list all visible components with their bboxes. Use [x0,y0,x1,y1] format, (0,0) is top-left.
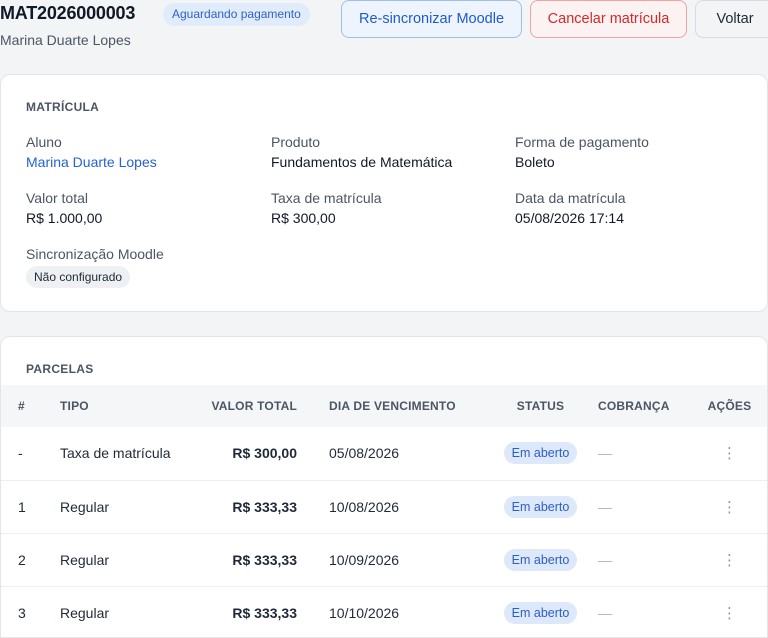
field-total: Valor total R$ 1.000,00 [26,189,102,227]
status-badge: Em aberto [503,495,578,518]
more-actions-icon[interactable]: ⋮ [720,604,740,622]
column-header: # [18,399,25,413]
page-header: MAT2026000003 Aguardando pagamento Marin… [0,0,768,74]
installment-due-date: 10/08/2026 [329,479,483,533]
column-header: DIA DE VENCIMENTO [329,399,456,413]
status-badge: Em aberto [503,442,578,465]
status-badge: Em aberto [503,601,578,624]
installment-type: Taxa de matrícula [60,445,171,462]
installment-type: Regular [60,585,198,637]
field-value: 05/08/2026 17:14 [515,210,624,226]
field-date: Data da matrícula 05/08/2026 17:14 [515,189,626,227]
installment-amount: R$ 333,33 [198,479,297,533]
table-row: 2 Regular R$ 333,33 10/09/2026 Em aberto… [1,532,767,586]
charge-value: — [598,445,612,462]
field-value: R$ 1.000,00 [26,210,103,226]
installment-due-date: 10/09/2026 [329,532,483,586]
installment-amount: R$ 333,33 [198,532,297,586]
charge-value: — [598,604,612,621]
charge-value: — [598,551,612,568]
column-header: AÇÕES [707,399,752,413]
charge-value: — [598,498,612,515]
installment-number: 1 [1,479,60,533]
table-header-row: # TIPO VALOR TOTAL DIA DE VENCIMENTO STA… [1,385,767,427]
installments-card: PARCELAS # TIPO VALOR TOTAL DIA DE VENCI… [0,336,768,638]
more-actions-icon[interactable]: ⋮ [720,498,740,516]
field-product: Produto Fundamentos de Matemática [271,133,452,171]
table-row: 3 Regular R$ 333,33 10/10/2026 Em aberto… [1,585,767,637]
field-label: Forma de pagamento [515,134,649,150]
back-button[interactable]: Voltar [695,0,768,38]
installment-amount: R$ 300,00 [232,445,297,462]
installment-due-date: 05/08/2026 [329,445,400,462]
field-label: Aluno [26,134,62,150]
installment-due-date: 10/10/2026 [329,585,483,637]
installment-type: Regular [60,479,198,533]
field-label: Valor total [26,190,88,206]
field-moodle-sync: Sincronização Moodle Não configurado [26,245,164,288]
moodle-sync-badge: Não configurado [26,266,131,288]
column-header: STATUS [516,399,565,413]
field-student: Aluno Marina Duarte Lopes [26,133,157,171]
column-header: VALOR TOTAL [211,399,297,413]
resync-moodle-button[interactable]: Re-sincronizar Moodle [341,0,522,38]
installment-type: Regular [60,532,198,586]
field-value: R$ 300,00 [271,210,336,226]
field-value: Boleto [515,154,555,170]
field-label: Sincronização Moodle [26,246,164,262]
installment-number: 3 [1,585,60,637]
cancel-enrollment-button[interactable]: Cancelar matrícula [530,0,687,38]
field-payment-method: Forma de pagamento Boleto [515,133,649,171]
installment-number: - [18,445,23,462]
student-subtitle: Marina Duarte Lopes [0,32,131,48]
column-header: COBRANÇA [598,399,670,413]
enrollment-id: MAT2026000003 [0,3,136,23]
column-header: TIPO [60,399,89,413]
status-badge: Aguardando pagamento [163,3,310,26]
field-label: Data da matrícula [515,190,626,206]
field-label: Produto [271,134,321,150]
installment-amount: R$ 333,33 [198,585,297,637]
field-label: Taxa de matrícula [271,190,382,206]
installment-number: 2 [1,532,60,586]
more-actions-icon[interactable]: ⋮ [720,444,740,462]
table-row: 1 Regular R$ 333,33 10/08/2026 Em aberto… [1,479,767,533]
student-link[interactable]: Marina Duarte Lopes [26,153,157,171]
table-row: - Taxa de matrícula R$ 300,00 05/08/2026… [1,427,767,480]
field-value: Fundamentos de Matemática [271,154,453,170]
installments-table: # TIPO VALOR TOTAL DIA DE VENCIMENTO STA… [1,385,767,637]
more-actions-icon[interactable]: ⋮ [720,551,740,569]
enrollment-section-title: MATRÍCULA [26,100,100,114]
status-badge: Em aberto [503,548,578,571]
field-fee: Taxa de matrícula R$ 300,00 [271,189,382,227]
installments-section-title: PARCELAS [26,362,94,376]
enrollment-card: MATRÍCULA Aluno Marina Duarte Lopes Prod… [0,74,768,312]
